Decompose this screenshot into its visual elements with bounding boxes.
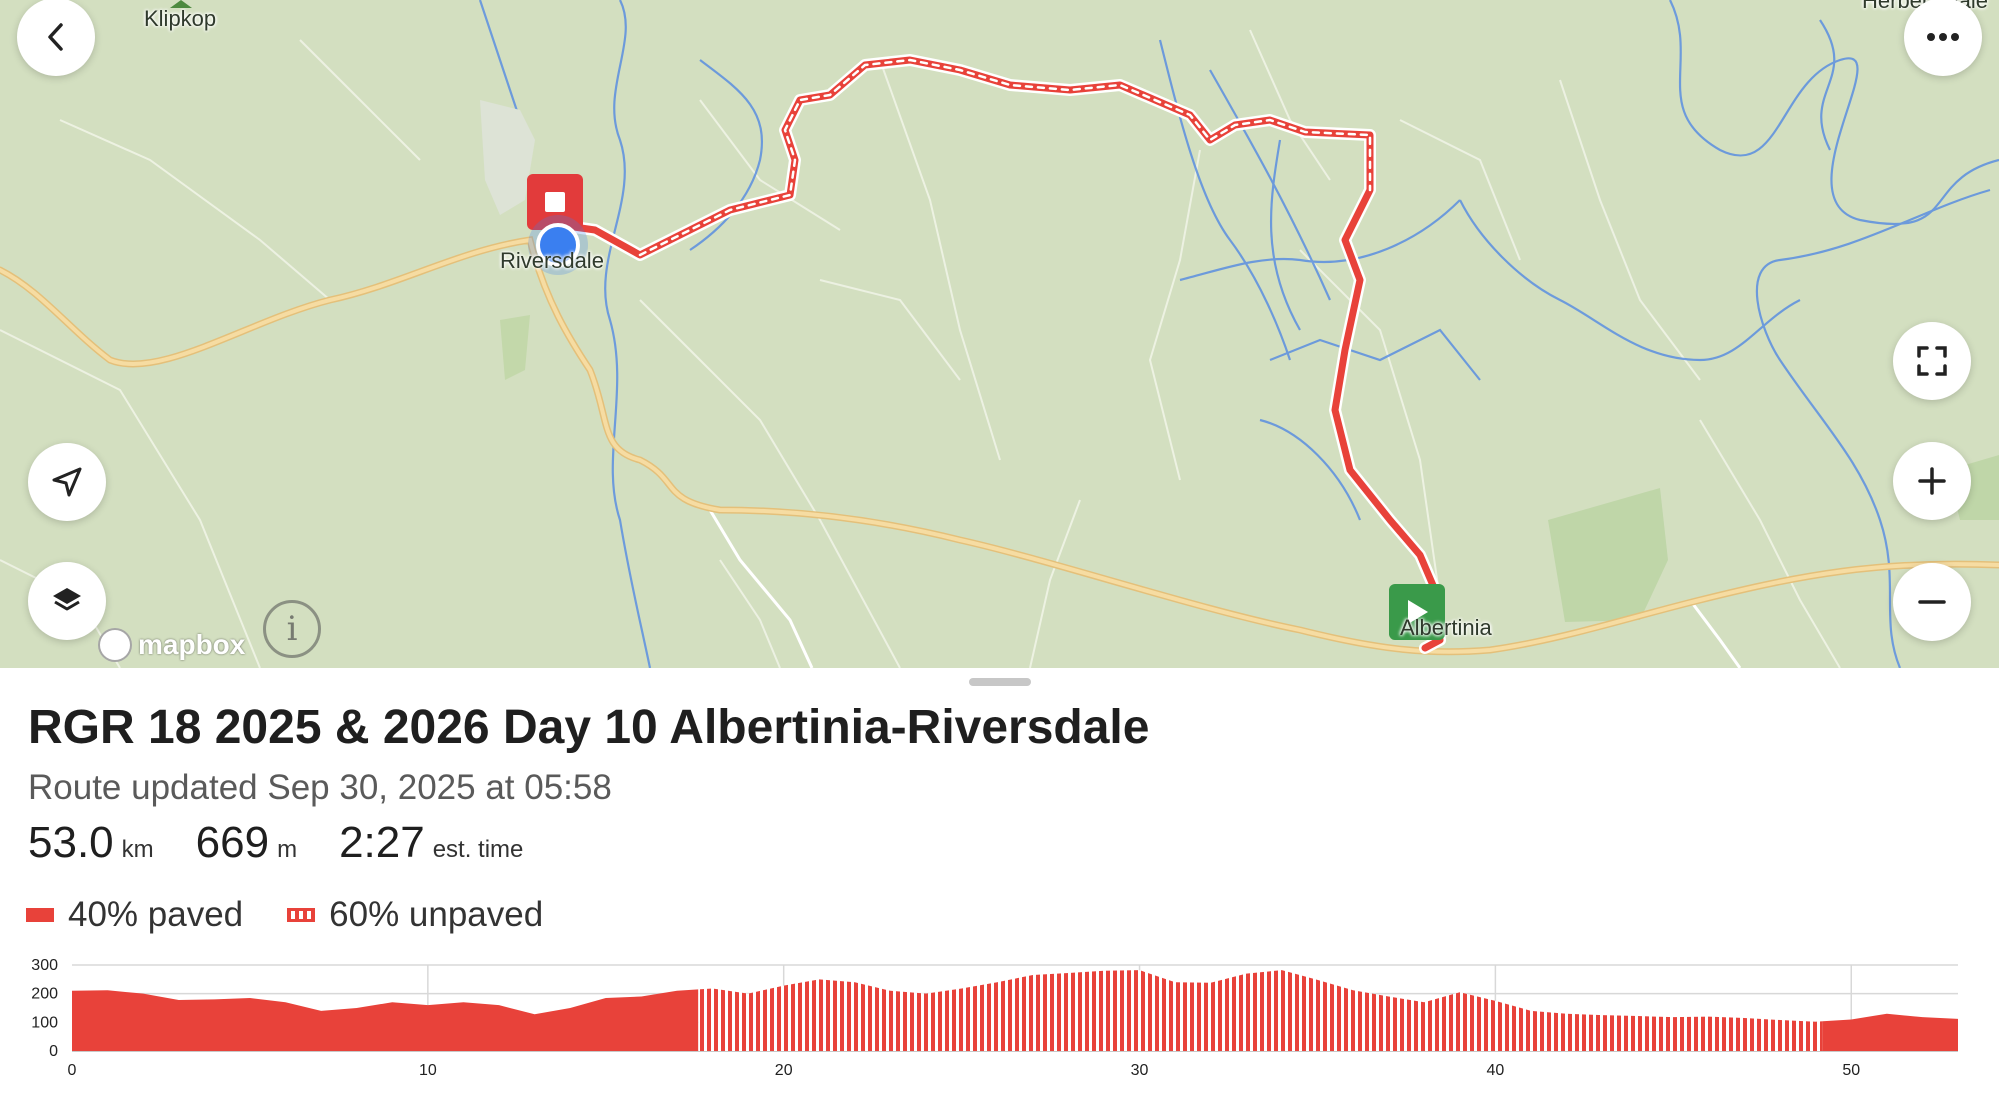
main-road — [0, 236, 1999, 656]
route-updated-text: Route updated Sep 30, 2025 at 05:58 — [28, 768, 612, 807]
river — [604, 0, 652, 668]
locate-me-button[interactable] — [28, 443, 106, 521]
y-tick-label: 100 — [31, 1014, 58, 1031]
minus-icon — [1918, 600, 1946, 604]
elevation-gain-unit: m — [277, 836, 298, 863]
back-button[interactable] — [17, 0, 95, 76]
est-time-unit: est. time — [432, 836, 524, 863]
distance-value: 53.0 — [28, 818, 114, 867]
peak-icon — [170, 0, 192, 8]
map-layers-button[interactable] — [28, 562, 106, 640]
x-tick-label: 0 — [68, 1062, 77, 1079]
river — [1269, 328, 1481, 381]
elevation-gain-stat: 669 m — [196, 818, 297, 868]
river — [1158, 39, 1292, 361]
unpaved-swatch — [287, 908, 316, 922]
route-map[interactable]: Klipkop Herbertsdale Riversdale Albertin… — [0, 0, 1999, 668]
elevation-chart[interactable]: 0 100 200 300 0 10 20 30 40 50 — [0, 950, 1999, 1090]
layers-icon — [53, 588, 81, 611]
paved-elevation-segment — [72, 989, 699, 1051]
plus-icon — [1918, 467, 1946, 495]
x-tick-label: 30 — [1131, 1062, 1149, 1079]
unpaved-elevation-segment — [698, 970, 1823, 1051]
x-tick-label: 50 — [1842, 1062, 1860, 1079]
x-tick-label: 40 — [1486, 1062, 1504, 1079]
forest-area — [1548, 488, 1668, 622]
y-tick-label: 200 — [31, 986, 58, 1003]
route-end-marker[interactable] — [527, 174, 583, 230]
place-label-klipkop: Klipkop — [144, 6, 217, 31]
paved-elevation-segment — [1822, 1013, 1958, 1051]
mapbox-logo-icon — [98, 628, 132, 662]
route-title: RGR 18 2025 & 2026 Day 10 Albertinia-Riv… — [28, 701, 1150, 754]
paved-swatch — [26, 908, 54, 922]
stop-icon — [545, 192, 565, 212]
fullscreen-button[interactable] — [1893, 322, 1971, 400]
map-canvas[interactable] — [0, 0, 1999, 668]
elevation-gain-value: 669 — [195, 818, 270, 867]
legend-paved: 40% paved — [26, 895, 243, 935]
x-tick-label: 20 — [775, 1062, 793, 1079]
river — [1209, 69, 1332, 301]
place-label-riversdale: Riversdale — [500, 248, 604, 273]
surface-legend: 40% paved 60% unpaved — [26, 895, 587, 935]
est-time-stat: 2:27 est. time — [339, 818, 523, 868]
chevron-left-icon — [48, 23, 63, 51]
mapbox-wordmark: mapbox — [138, 629, 246, 660]
road — [1688, 599, 1742, 668]
river — [1179, 199, 1461, 282]
distance-stat: 53.0 km — [28, 818, 154, 868]
info-button[interactable]: i — [263, 600, 321, 658]
place-label-albertinia: Albertinia — [1400, 615, 1492, 640]
sheet-drag-handle[interactable] — [969, 678, 1031, 686]
fullscreen-icon — [1917, 346, 1947, 376]
x-tick-label: 10 — [419, 1062, 437, 1079]
est-time-value: 2:27 — [339, 818, 425, 867]
legend-unpaved: 60% unpaved — [287, 895, 543, 935]
more-options-button[interactable] — [1904, 0, 1982, 76]
y-tick-label: 300 — [31, 957, 58, 974]
zoom-in-button[interactable] — [1893, 442, 1971, 520]
location-arrow-icon — [52, 467, 82, 497]
mapbox-attribution[interactable]: mapbox — [98, 628, 245, 662]
river — [1459, 199, 1801, 362]
route-stats: 53.0 km 669 m 2:27 est. time — [28, 818, 565, 868]
legend-paved-label: 40% paved — [68, 895, 244, 934]
zoom-out-button[interactable] — [1893, 563, 1971, 641]
forest-area — [500, 315, 530, 380]
distance-unit: km — [121, 836, 154, 863]
legend-unpaved-label: 60% unpaved — [329, 895, 544, 934]
more-icon — [1927, 33, 1959, 41]
river — [1269, 139, 1301, 331]
y-tick-label: 0 — [49, 1043, 58, 1060]
river — [1819, 19, 1836, 151]
road — [708, 509, 814, 668]
